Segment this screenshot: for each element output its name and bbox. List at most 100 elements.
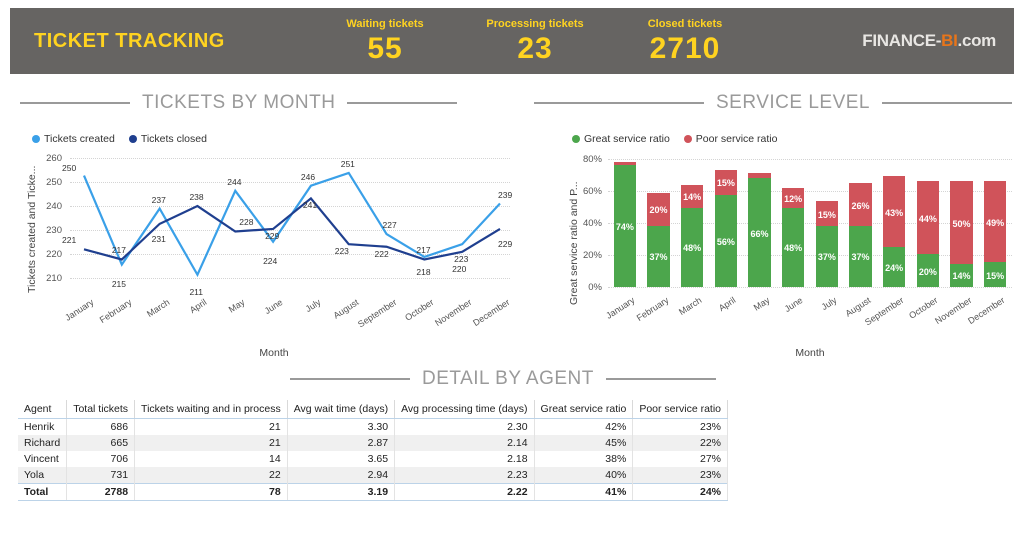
brand-logo-part3: .com	[957, 31, 997, 50]
bar-chart-x-axis-title: Month	[795, 347, 825, 359]
table-row[interactable]: Vincent 706 14 3.65 2.18 38% 27%	[18, 451, 729, 467]
brand-logo-part1: FINANCE-	[862, 31, 942, 50]
total-cell: 24%	[632, 483, 729, 501]
detail-by-agent-table[interactable]: Agent Total tickets Tickets waiting and …	[18, 400, 729, 501]
legend-item-tickets-closed[interactable]: Tickets closed	[128, 133, 207, 145]
bar-label-poor: 43%	[885, 207, 904, 218]
rule-left	[20, 102, 130, 104]
bar-label-great: 15%	[986, 270, 1005, 281]
table-row[interactable]: Yola 731 22 2.94 2.23 40% 23%	[18, 467, 729, 484]
kpi-waiting-tickets-label: Waiting tickets	[346, 18, 424, 30]
legend-label: Tickets closed	[140, 133, 207, 145]
legend-swatch-icon	[683, 135, 692, 143]
legend-label: Tickets created	[44, 133, 115, 145]
cell-great-service-ratio: 42%	[534, 418, 634, 435]
cell-tickets-waiting-and-in-process: 21	[134, 418, 288, 435]
total-cell: 3.19	[287, 483, 396, 501]
section-title-detail-by-agent-label: DETAIL BY AGENT	[422, 368, 594, 389]
cell-total-tickets: 665	[66, 435, 136, 451]
brand-logo-part2: BI	[941, 31, 958, 50]
cell-poor-service-ratio: 23%	[632, 418, 729, 435]
bar-label-poor: 49%	[986, 217, 1005, 228]
data-label-closed: 217	[111, 245, 126, 256]
service-level-chart[interactable]: Great service ratio Poor service ratio G…	[560, 125, 1024, 365]
bar-label-poor: 12%	[784, 193, 803, 204]
y-tick: 20%	[582, 250, 602, 261]
col-header-avg-wait-time[interactable]: Avg wait time (days)	[287, 400, 396, 419]
bar-label-great: 14%	[952, 271, 971, 282]
kpi-waiting-tickets-value: 55	[367, 32, 403, 65]
data-label-created: 224	[263, 255, 278, 266]
rule-left	[290, 378, 410, 380]
data-label-closed: 238	[189, 192, 204, 203]
section-title-detail-by-agent: DETAIL BY AGENT	[290, 368, 750, 390]
cell-avg-wait-time-days-: 3.65	[287, 451, 396, 467]
legend-item-poor-service-ratio[interactable]: Poor service ratio	[683, 133, 777, 145]
total-cell: 2.22	[394, 483, 535, 501]
dashboard-page: TICKET TRACKING Waiting tickets 55 Proce…	[0, 0, 1024, 534]
table-row[interactable]: Richard 665 21 2.87 2.14 45% 22%	[18, 435, 729, 451]
y-tick: 0%	[588, 282, 602, 293]
legend-swatch-icon	[32, 135, 40, 143]
bar-label-poor: 20%	[649, 205, 668, 216]
section-title-service-level-label: SERVICE LEVEL	[716, 92, 871, 113]
cell-agent: Richard	[18, 435, 68, 451]
cell-poor-service-ratio: 27%	[632, 451, 729, 467]
col-header-agent[interactable]: Agent	[18, 400, 68, 419]
cell-total-tickets: 731	[66, 467, 136, 484]
kpi-processing-tickets-label: Processing tickets	[486, 18, 584, 30]
stacked-bar[interactable]	[849, 183, 872, 287]
bar-label-poor: 15%	[817, 209, 836, 220]
bar-chart-plot: 74% 37% 20% 48% 14% 56% 15% 66% 48% 12% 37% 15% 37% 2…	[608, 155, 1012, 287]
table-row[interactable]: Henrik 686 21 3.30 2.30 42% 23%	[18, 418, 729, 435]
cell-agent: Vincent	[18, 451, 68, 467]
data-label-created: 227	[382, 220, 397, 231]
legend-item-tickets-created[interactable]: Tickets created	[32, 133, 115, 145]
total-cell: 41%	[534, 483, 634, 501]
bar-label-great: 24%	[885, 263, 904, 274]
bar-label-great: 20%	[918, 266, 937, 277]
cell-avg-wait-time-days-: 2.94	[287, 467, 396, 484]
section-title-tickets-by-month-label: TICKETS BY MONTH	[142, 92, 336, 113]
tickets-by-month-chart[interactable]: Tickets created Tickets closed Tickets c…	[14, 125, 524, 365]
data-label-closed: 231	[151, 233, 166, 244]
bar-label-great: 66%	[750, 228, 769, 239]
col-header-poor-service-ratio[interactable]: Poor service ratio	[632, 400, 729, 419]
data-label-created: 211	[189, 286, 204, 297]
kpi-closed-tickets-value: 2710	[649, 32, 721, 65]
col-header-tickets-waiting[interactable]: Tickets waiting and in process	[134, 400, 288, 419]
data-label-created: 218	[416, 266, 431, 277]
data-label-created: 239	[498, 189, 513, 200]
cell-avg-wait-time-days-: 2.87	[287, 435, 396, 451]
data-label-closed: 229	[498, 238, 513, 249]
data-label-closed: 223	[334, 246, 349, 257]
y-tick: 60%	[582, 186, 602, 197]
data-label-created: 237	[151, 194, 166, 205]
col-header-total-tickets[interactable]: Total tickets	[66, 400, 136, 419]
section-title-tickets-by-month: TICKETS BY MONTH	[20, 92, 520, 114]
kpi-waiting-tickets: Waiting tickets 55	[310, 8, 460, 74]
data-label-closed: 217	[416, 245, 431, 256]
bar-label-great: 37%	[851, 252, 870, 263]
bar-label-poor: 44%	[918, 213, 937, 224]
col-header-avg-processing-time[interactable]: Avg processing time (days)	[394, 400, 535, 419]
legend-item-great-service-ratio[interactable]: Great service ratio	[572, 133, 670, 145]
gridline	[608, 287, 1012, 288]
y-tick: 220	[46, 249, 62, 260]
data-label-closed: 228	[239, 217, 254, 228]
cell-avg-processing-time-days-: 2.30	[394, 418, 535, 435]
table-total-row: Total 2788 78 3.19 2.22 41% 24%	[18, 483, 729, 501]
bar-label-great: 56%	[716, 236, 735, 247]
rule-right	[347, 102, 458, 104]
total-cell: 2788	[66, 483, 136, 501]
col-header-great-service-ratio[interactable]: Great service ratio	[534, 400, 634, 419]
cell-agent: Henrik	[18, 418, 68, 435]
y-tick: 240	[46, 201, 62, 212]
series-line-tickets-created	[82, 171, 501, 278]
brand-logo: FINANCE- BI .com	[862, 8, 1014, 74]
cell-tickets-waiting-and-in-process: 22	[134, 467, 288, 484]
cell-tickets-waiting-and-in-process: 14	[134, 451, 288, 467]
line-chart-x-axis-title: Month	[259, 347, 289, 359]
y-tick: 230	[46, 225, 62, 236]
bar-label-great: 37%	[649, 252, 668, 263]
